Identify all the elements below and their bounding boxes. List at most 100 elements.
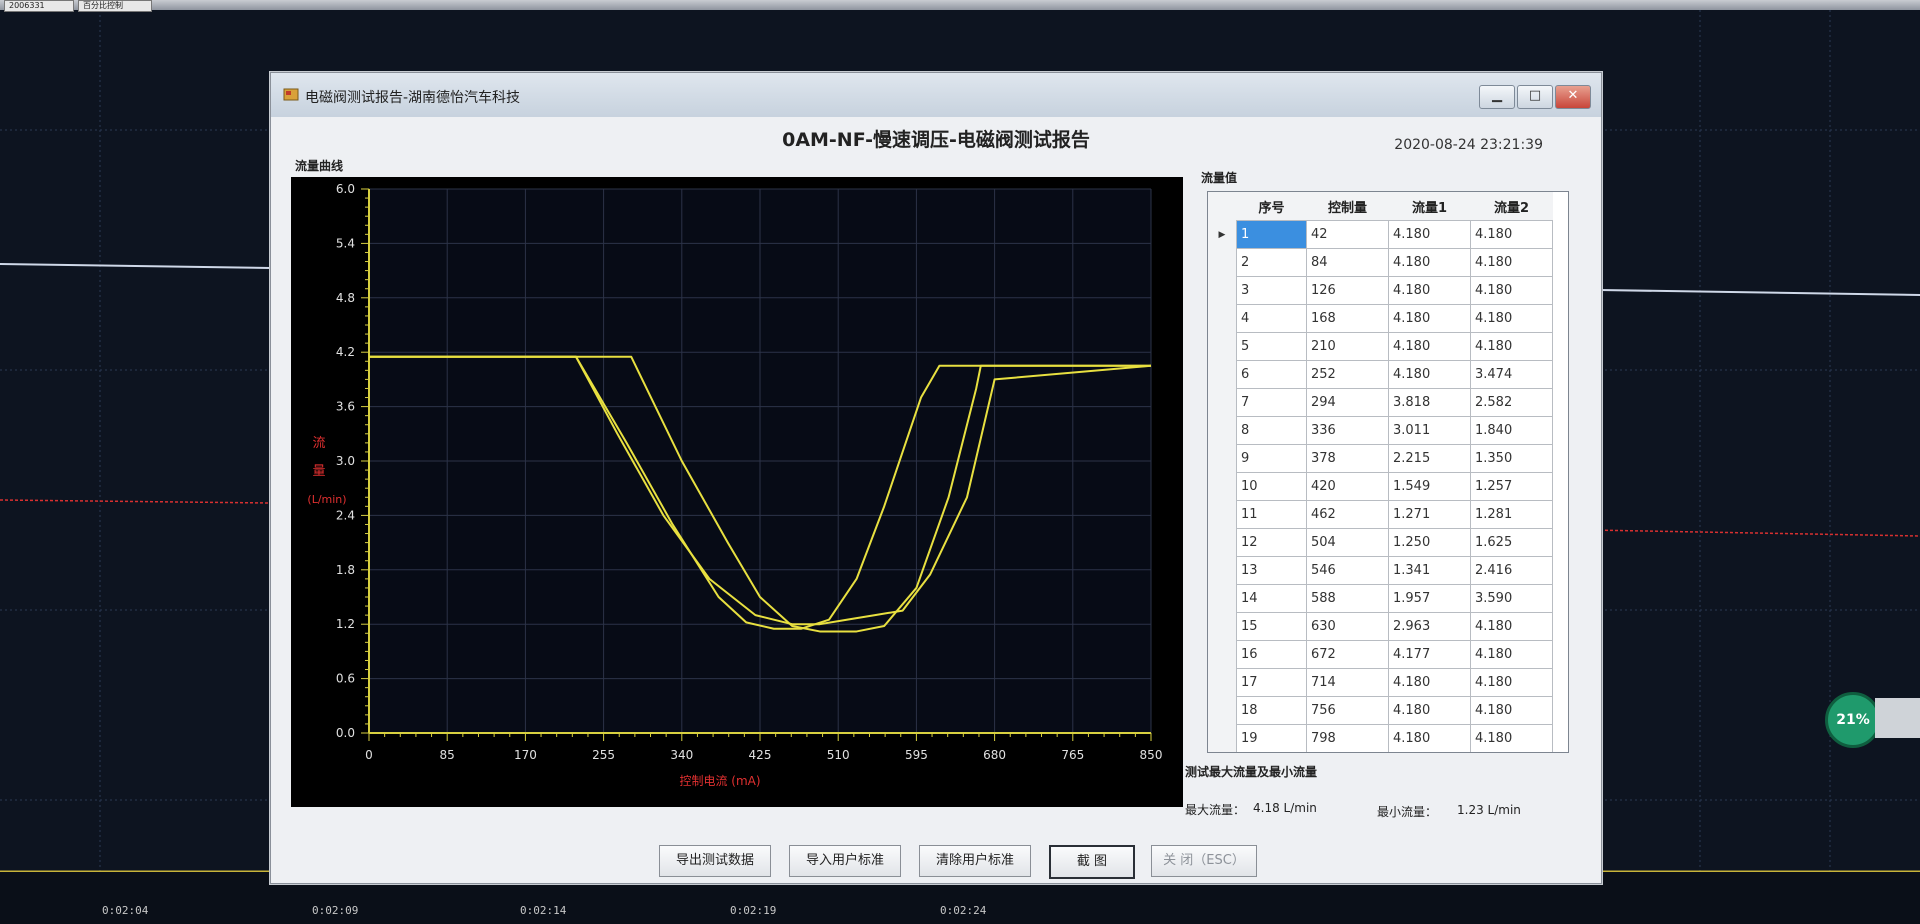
background-field-id[interactable]: 2006331 <box>4 0 74 12</box>
table-cell[interactable]: 18 <box>1236 696 1307 725</box>
row-selector[interactable] <box>1208 528 1237 557</box>
screenshot-button[interactable]: 截 图 <box>1049 845 1135 879</box>
table-cell[interactable]: 1.350 <box>1470 444 1553 473</box>
table-cell[interactable]: 1.257 <box>1470 472 1553 501</box>
row-selector[interactable] <box>1208 276 1237 305</box>
table-row[interactable]: 4 168 4.180 4.180 <box>1208 304 1553 333</box>
table-cell[interactable]: 9 <box>1236 444 1307 473</box>
table-cell[interactable]: 3.474 <box>1470 360 1553 389</box>
table-cell[interactable]: 672 <box>1306 640 1389 669</box>
table-cell[interactable]: 5 <box>1236 332 1307 361</box>
table-cell[interactable]: 126 <box>1306 276 1389 305</box>
table-row[interactable]: ▶ 1 42 4.180 4.180 <box>1208 220 1553 249</box>
column-header[interactable]: 序号 <box>1236 192 1307 221</box>
row-selector[interactable] <box>1208 360 1237 389</box>
table-cell[interactable]: 4.180 <box>1470 640 1553 669</box>
progress-badge-tab[interactable] <box>1875 698 1920 738</box>
table-cell[interactable]: 1.549 <box>1388 472 1471 501</box>
progress-badge[interactable]: 21% <box>1825 692 1881 748</box>
table-cell[interactable]: 1.271 <box>1388 500 1471 529</box>
table-row[interactable]: 7 294 3.818 2.582 <box>1208 388 1553 417</box>
column-header[interactable]: 流量2 <box>1470 192 1553 221</box>
table-cell[interactable]: 504 <box>1306 528 1389 557</box>
table-row[interactable]: 19 798 4.180 4.180 <box>1208 724 1553 752</box>
row-selector[interactable] <box>1208 668 1237 697</box>
table-cell[interactable]: 4.180 <box>1388 668 1471 697</box>
row-selector[interactable] <box>1208 612 1237 641</box>
row-selector[interactable] <box>1208 584 1237 613</box>
table-cell[interactable]: 4.180 <box>1388 304 1471 333</box>
table-cell[interactable]: 252 <box>1306 360 1389 389</box>
table-cell[interactable]: 4.180 <box>1470 696 1553 725</box>
table-cell[interactable]: 210 <box>1306 332 1389 361</box>
table-cell[interactable]: 4.180 <box>1388 724 1471 752</box>
table-cell[interactable]: 4.180 <box>1388 360 1471 389</box>
table-cell[interactable]: 4.180 <box>1470 248 1553 277</box>
row-selector[interactable] <box>1208 416 1237 445</box>
table-cell[interactable]: 1.250 <box>1388 528 1471 557</box>
table-row[interactable]: 18 756 4.180 4.180 <box>1208 696 1553 725</box>
row-selector[interactable] <box>1208 640 1237 669</box>
table-cell[interactable]: 1.957 <box>1388 584 1471 613</box>
minimize-button[interactable]: ▁ <box>1479 85 1515 109</box>
table-cell[interactable]: 756 <box>1306 696 1389 725</box>
table-cell[interactable]: 630 <box>1306 612 1389 641</box>
table-cell[interactable]: 3.011 <box>1388 416 1471 445</box>
clear-standard-button[interactable]: 清除用户标准 <box>919 845 1031 877</box>
table-cell[interactable]: 2.963 <box>1388 612 1471 641</box>
table-row[interactable]: 13 546 1.341 2.416 <box>1208 556 1553 585</box>
table-cell[interactable]: 13 <box>1236 556 1307 585</box>
table-cell[interactable]: 588 <box>1306 584 1389 613</box>
table-cell[interactable]: 798 <box>1306 724 1389 752</box>
export-data-button[interactable]: 导出测试数据 <box>659 845 771 877</box>
table-cell[interactable]: 4.180 <box>1388 220 1471 249</box>
table-row[interactable]: 3 126 4.180 4.180 <box>1208 276 1553 305</box>
row-selector[interactable]: ▶ <box>1208 220 1237 249</box>
table-row[interactable]: 5 210 4.180 4.180 <box>1208 332 1553 361</box>
table-cell[interactable]: 14 <box>1236 584 1307 613</box>
close-button[interactable]: 关 闭（ESC） <box>1151 845 1257 877</box>
table-cell[interactable]: 16 <box>1236 640 1307 669</box>
table-cell[interactable]: 378 <box>1306 444 1389 473</box>
table-cell[interactable]: 4.180 <box>1470 220 1553 249</box>
table-cell[interactable]: 84 <box>1306 248 1389 277</box>
table-cell[interactable]: 4.180 <box>1470 724 1553 752</box>
table-cell[interactable]: 6 <box>1236 360 1307 389</box>
table-row[interactable]: 15 630 2.963 4.180 <box>1208 612 1553 641</box>
table-row[interactable]: 6 252 4.180 3.474 <box>1208 360 1553 389</box>
table-cell[interactable]: 336 <box>1306 416 1389 445</box>
table-cell[interactable]: 1.281 <box>1470 500 1553 529</box>
table-cell[interactable]: 294 <box>1306 388 1389 417</box>
table-cell[interactable]: 2.416 <box>1470 556 1553 585</box>
table-cell[interactable]: 4.180 <box>1470 332 1553 361</box>
column-header[interactable]: 控制量 <box>1306 192 1389 221</box>
row-selector[interactable] <box>1208 388 1237 417</box>
table-cell[interactable]: 4.180 <box>1470 276 1553 305</box>
table-cell[interactable]: 420 <box>1306 472 1389 501</box>
table-cell[interactable]: 3 <box>1236 276 1307 305</box>
dialog-titlebar[interactable]: 电磁阀测试报告-湖南德怡汽车科技 ▁ □ ✕ <box>271 73 1601 117</box>
table-cell[interactable]: 17 <box>1236 668 1307 697</box>
table-cell[interactable]: 2.215 <box>1388 444 1471 473</box>
table-row[interactable]: 9 378 2.215 1.350 <box>1208 444 1553 473</box>
row-selector[interactable] <box>1208 556 1237 585</box>
table-cell[interactable]: 12 <box>1236 528 1307 557</box>
column-header[interactable]: 流量1 <box>1388 192 1471 221</box>
row-selector[interactable] <box>1208 444 1237 473</box>
table-row[interactable]: 2 84 4.180 4.180 <box>1208 248 1553 277</box>
table-cell[interactable]: 11 <box>1236 500 1307 529</box>
table-cell[interactable]: 4.180 <box>1388 276 1471 305</box>
table-cell[interactable]: 1.341 <box>1388 556 1471 585</box>
table-cell[interactable]: 4.180 <box>1470 612 1553 641</box>
table-cell[interactable]: 1 <box>1236 220 1307 249</box>
table-row[interactable]: 17 714 4.180 4.180 <box>1208 668 1553 697</box>
table-cell[interactable]: 19 <box>1236 724 1307 752</box>
row-selector[interactable] <box>1208 724 1237 752</box>
row-selector[interactable] <box>1208 248 1237 277</box>
table-cell[interactable]: 4.180 <box>1388 696 1471 725</box>
table-row[interactable]: 14 588 1.957 3.590 <box>1208 584 1553 613</box>
table-cell[interactable]: 2 <box>1236 248 1307 277</box>
row-selector[interactable] <box>1208 500 1237 529</box>
table-cell[interactable]: 2.582 <box>1470 388 1553 417</box>
table-cell[interactable]: 546 <box>1306 556 1389 585</box>
